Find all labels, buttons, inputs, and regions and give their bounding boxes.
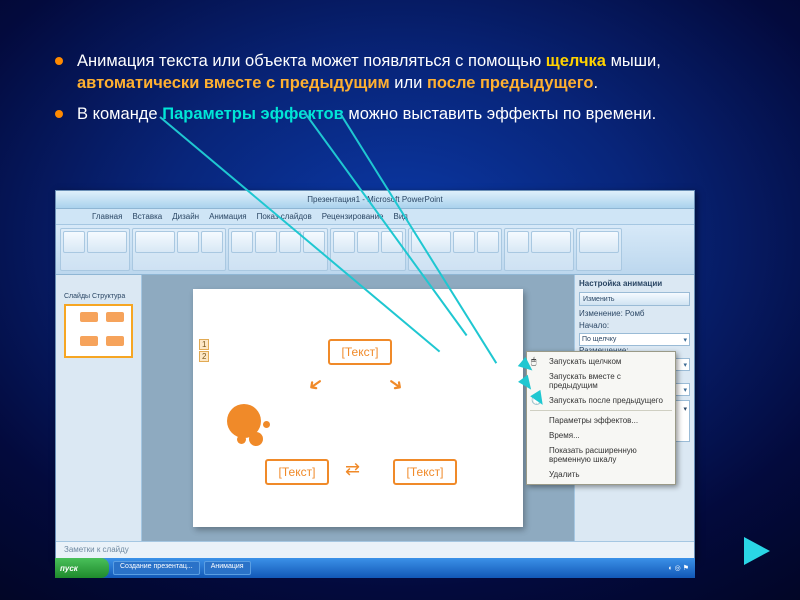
tab-review[interactable]: Рецензирование <box>322 212 384 221</box>
menu-start-after-previous[interactable]: 🕑Запускать после предыдущего <box>527 393 675 408</box>
menu-effect-options[interactable]: Параметры эффектов... <box>527 413 675 428</box>
decorative-circle <box>263 421 270 428</box>
ribbon-button[interactable] <box>135 231 175 253</box>
slide-thumbnails-pane: Слайды Структура <box>56 275 142 541</box>
tab-home[interactable]: Главная <box>92 212 122 221</box>
next-slide-arrow-icon[interactable] <box>744 537 770 565</box>
ribbon-button[interactable] <box>507 231 529 253</box>
start-button[interactable]: пуск <box>55 558 109 578</box>
tab-animation[interactable]: Анимация <box>209 212 247 221</box>
context-menu: 🖱Запускать щелчком Запускать вместе с пр… <box>526 351 676 485</box>
taskbar-item-2[interactable]: Анимация <box>204 561 251 575</box>
tab-insert[interactable]: Вставка <box>132 212 162 221</box>
menu-remove[interactable]: Удалить <box>527 467 675 482</box>
menu-start-with-previous[interactable]: Запускать вместе с предыдущим <box>527 369 675 393</box>
thumbs-tab-label[interactable]: Слайды Структура <box>64 293 133 300</box>
ribbon-button[interactable] <box>453 231 475 253</box>
ribbon-button[interactable] <box>579 231 619 253</box>
bullet-1-hl3: после предыдущего <box>427 74 594 92</box>
smartart-arrow-icon: ➜ <box>303 372 327 398</box>
smartart-text-3[interactable]: [Текст] <box>393 459 457 485</box>
animation-pane-title: Настройка анимации <box>579 279 690 288</box>
bullet-2-hl1: Параметры эффектов <box>162 105 344 123</box>
window-titlebar: Презентация1 - Microsoft PowerPoint <box>56 191 694 209</box>
tab-design[interactable]: Дизайн <box>172 212 199 221</box>
ribbon-button[interactable] <box>477 231 499 253</box>
notes-bar[interactable]: Заметки к слайду <box>56 541 694 559</box>
bullet-1-text: Анимация текста или объекта может появля… <box>77 52 546 70</box>
start-label: Начало: <box>579 321 690 330</box>
ribbon-button[interactable] <box>201 231 223 253</box>
ribbon-button[interactable] <box>177 231 199 253</box>
slide-canvas-area: 12 [Текст] [Текст] [Текст] ➜ ➜ ⇄ <box>142 275 574 541</box>
ribbon-button[interactable] <box>231 231 253 253</box>
taskbar-item-1[interactable]: Создание презентац... <box>113 561 200 575</box>
menu-start-onclick[interactable]: 🖱Запускать щелчком <box>527 354 675 369</box>
change-button[interactable]: Изменить <box>579 292 690 306</box>
app-title: Презентация1 - Microsoft PowerPoint <box>307 195 442 204</box>
decorative-circle <box>237 435 246 444</box>
bullet-1-hl1: щелчка <box>546 52 606 70</box>
smartart-arrow-icon: ⇄ <box>345 459 360 480</box>
bullet-2: В команде Параметры эффектов можно выста… <box>55 103 745 125</box>
ribbon-button[interactable] <box>303 231 325 253</box>
menu-separator <box>530 410 672 411</box>
decorative-circle <box>249 432 263 446</box>
menu-timing[interactable]: Время... <box>527 428 675 443</box>
ribbon-button[interactable] <box>63 231 85 253</box>
start-select[interactable]: По щелчку <box>579 333 690 346</box>
smartart-text-1[interactable]: [Текст] <box>328 339 392 365</box>
animation-tags: 12 <box>199 339 209 363</box>
modification-label: Изменение: Ромб <box>579 309 690 318</box>
ribbon-button[interactable] <box>531 231 571 253</box>
windows-taskbar: пуск Создание презентац... Анимация ◐ ◎ … <box>55 558 695 578</box>
ribbon <box>56 225 694 275</box>
ribbon-button[interactable] <box>87 231 127 253</box>
slide-thumbnail-1[interactable] <box>64 304 133 358</box>
system-tray[interactable]: ◐ ◎ ⚑ <box>662 564 695 572</box>
smartart-arrow-icon: ➜ <box>383 372 407 398</box>
menu-advanced-timeline[interactable]: Показать расширенную временную шкалу <box>527 443 675 467</box>
smartart-text-2[interactable]: [Текст] <box>265 459 329 485</box>
bullet-1: Анимация текста или объекта может появля… <box>55 50 745 95</box>
bullet-1-hl2: автоматически вместе с предыдущим <box>77 74 390 92</box>
ribbon-button[interactable] <box>357 231 379 253</box>
ribbon-button[interactable] <box>255 231 277 253</box>
ribbon-button[interactable] <box>333 231 355 253</box>
screenshot-powerpoint: Презентация1 - Microsoft PowerPoint Глав… <box>55 190 695 560</box>
